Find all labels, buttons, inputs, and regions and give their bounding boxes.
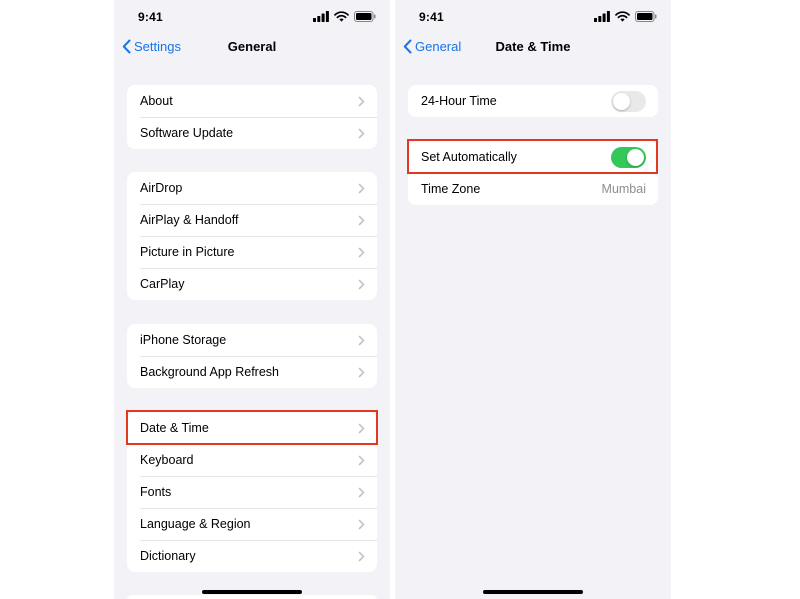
chevron-right-icon [358,455,365,465]
toggle-knob [627,148,644,166]
date-time-settings-screen: 9:41 General Date & Time 24-Hour Time Se… [395,0,671,599]
wifi-icon [334,11,349,22]
settings-group-locale: Date & Time Keyboard Fonts Language & Re… [127,412,377,572]
chevron-right-icon [358,519,365,529]
list-item-label: About [140,94,173,108]
chevron-right-icon [358,487,365,497]
list-item-airplay-handoff[interactable]: AirPlay & Handoff [127,204,377,236]
back-button-label: General [415,38,462,54]
home-indicator[interactable] [483,590,583,594]
list-item-label: Picture in Picture [140,245,235,259]
list-item-date-time[interactable]: Date & Time [127,412,377,444]
chevron-right-icon [358,423,365,433]
list-item-label: Software Update [140,126,234,140]
list-item-label: AirDrop [140,181,183,195]
settings-group-about: About Software Update [127,85,377,149]
list-item-fonts[interactable]: Fonts [127,476,377,508]
toggle-set-automatically[interactable] [611,146,646,168]
chevron-right-icon [358,279,365,289]
settings-group-24-hour: 24-Hour Time [408,85,658,117]
list-item-label: Date & Time [140,421,209,435]
status-time: 9:41 [138,10,163,24]
battery-icon [635,11,657,22]
chevron-right-icon [358,247,365,257]
toggle-knob [613,92,630,110]
list-item-label: Keyboard [140,453,194,467]
chevron-right-icon [358,215,365,225]
list-item-background-app-refresh[interactable]: Background App Refresh [127,356,377,388]
settings-group-storage: iPhone Storage Background App Refresh [127,324,377,388]
time-zone-value: Mumbai [601,182,646,196]
list-item-picture-in-picture[interactable]: Picture in Picture [127,236,377,268]
list-item-carplay[interactable]: CarPlay [127,268,377,300]
list-item-label: AirPlay & Handoff [140,213,239,227]
list-item-label: Time Zone [421,182,481,196]
toggle-24-hour-time[interactable] [611,90,646,112]
list-item-language-region[interactable]: Language & Region [127,508,377,540]
status-time: 9:41 [419,10,444,24]
chevron-right-icon [358,335,365,345]
list-item-keyboard[interactable]: Keyboard [127,444,377,476]
settings-group-automatic: Set Automatically Time Zone Mumbai [408,141,658,205]
status-icons [313,11,376,22]
back-button-label: Settings [134,38,181,54]
cellular-signal-icon [594,11,610,22]
home-indicator[interactable] [202,590,302,594]
chevron-right-icon [358,96,365,106]
list-item-time-zone[interactable]: Time Zone Mumbai [408,173,658,205]
list-item-airdrop[interactable]: AirDrop [127,172,377,204]
list-item-label: CarPlay [140,277,185,291]
status-icons [594,11,657,22]
list-item-label: Fonts [140,485,172,499]
chevron-right-icon [358,128,365,138]
chevron-right-icon [358,183,365,193]
chevron-right-icon [358,367,365,377]
chevron-right-icon [358,551,365,561]
settings-group-connectivity: AirDrop AirPlay & Handoff Picture in Pic… [127,172,377,300]
back-button-settings[interactable]: Settings [122,36,181,56]
list-item-24-hour-time: 24-Hour Time [408,85,658,117]
chevron-left-icon [122,39,131,53]
settings-group-next-partial [127,595,377,599]
list-item-label: Set Automatically [421,150,517,164]
list-item-label: Language & Region [140,517,251,531]
list-item-label: Background App Refresh [140,365,279,379]
general-settings-screen: 9:41 Settings General About Software Upd… [114,0,390,599]
list-item-about[interactable]: About [127,85,377,117]
list-item-dictionary[interactable]: Dictionary [127,540,377,572]
chevron-left-icon [403,39,412,53]
back-button-general[interactable]: General [403,36,461,56]
list-item-iphone-storage[interactable]: iPhone Storage [127,324,377,356]
cellular-signal-icon [313,11,329,22]
list-item-label: Dictionary [140,549,196,563]
list-item-software-update[interactable]: Software Update [127,117,377,149]
list-item-label: 24-Hour Time [421,94,497,108]
list-item-set-automatically: Set Automatically [408,141,658,173]
list-item-label: iPhone Storage [140,333,227,347]
battery-icon [354,11,376,22]
wifi-icon [615,11,630,22]
